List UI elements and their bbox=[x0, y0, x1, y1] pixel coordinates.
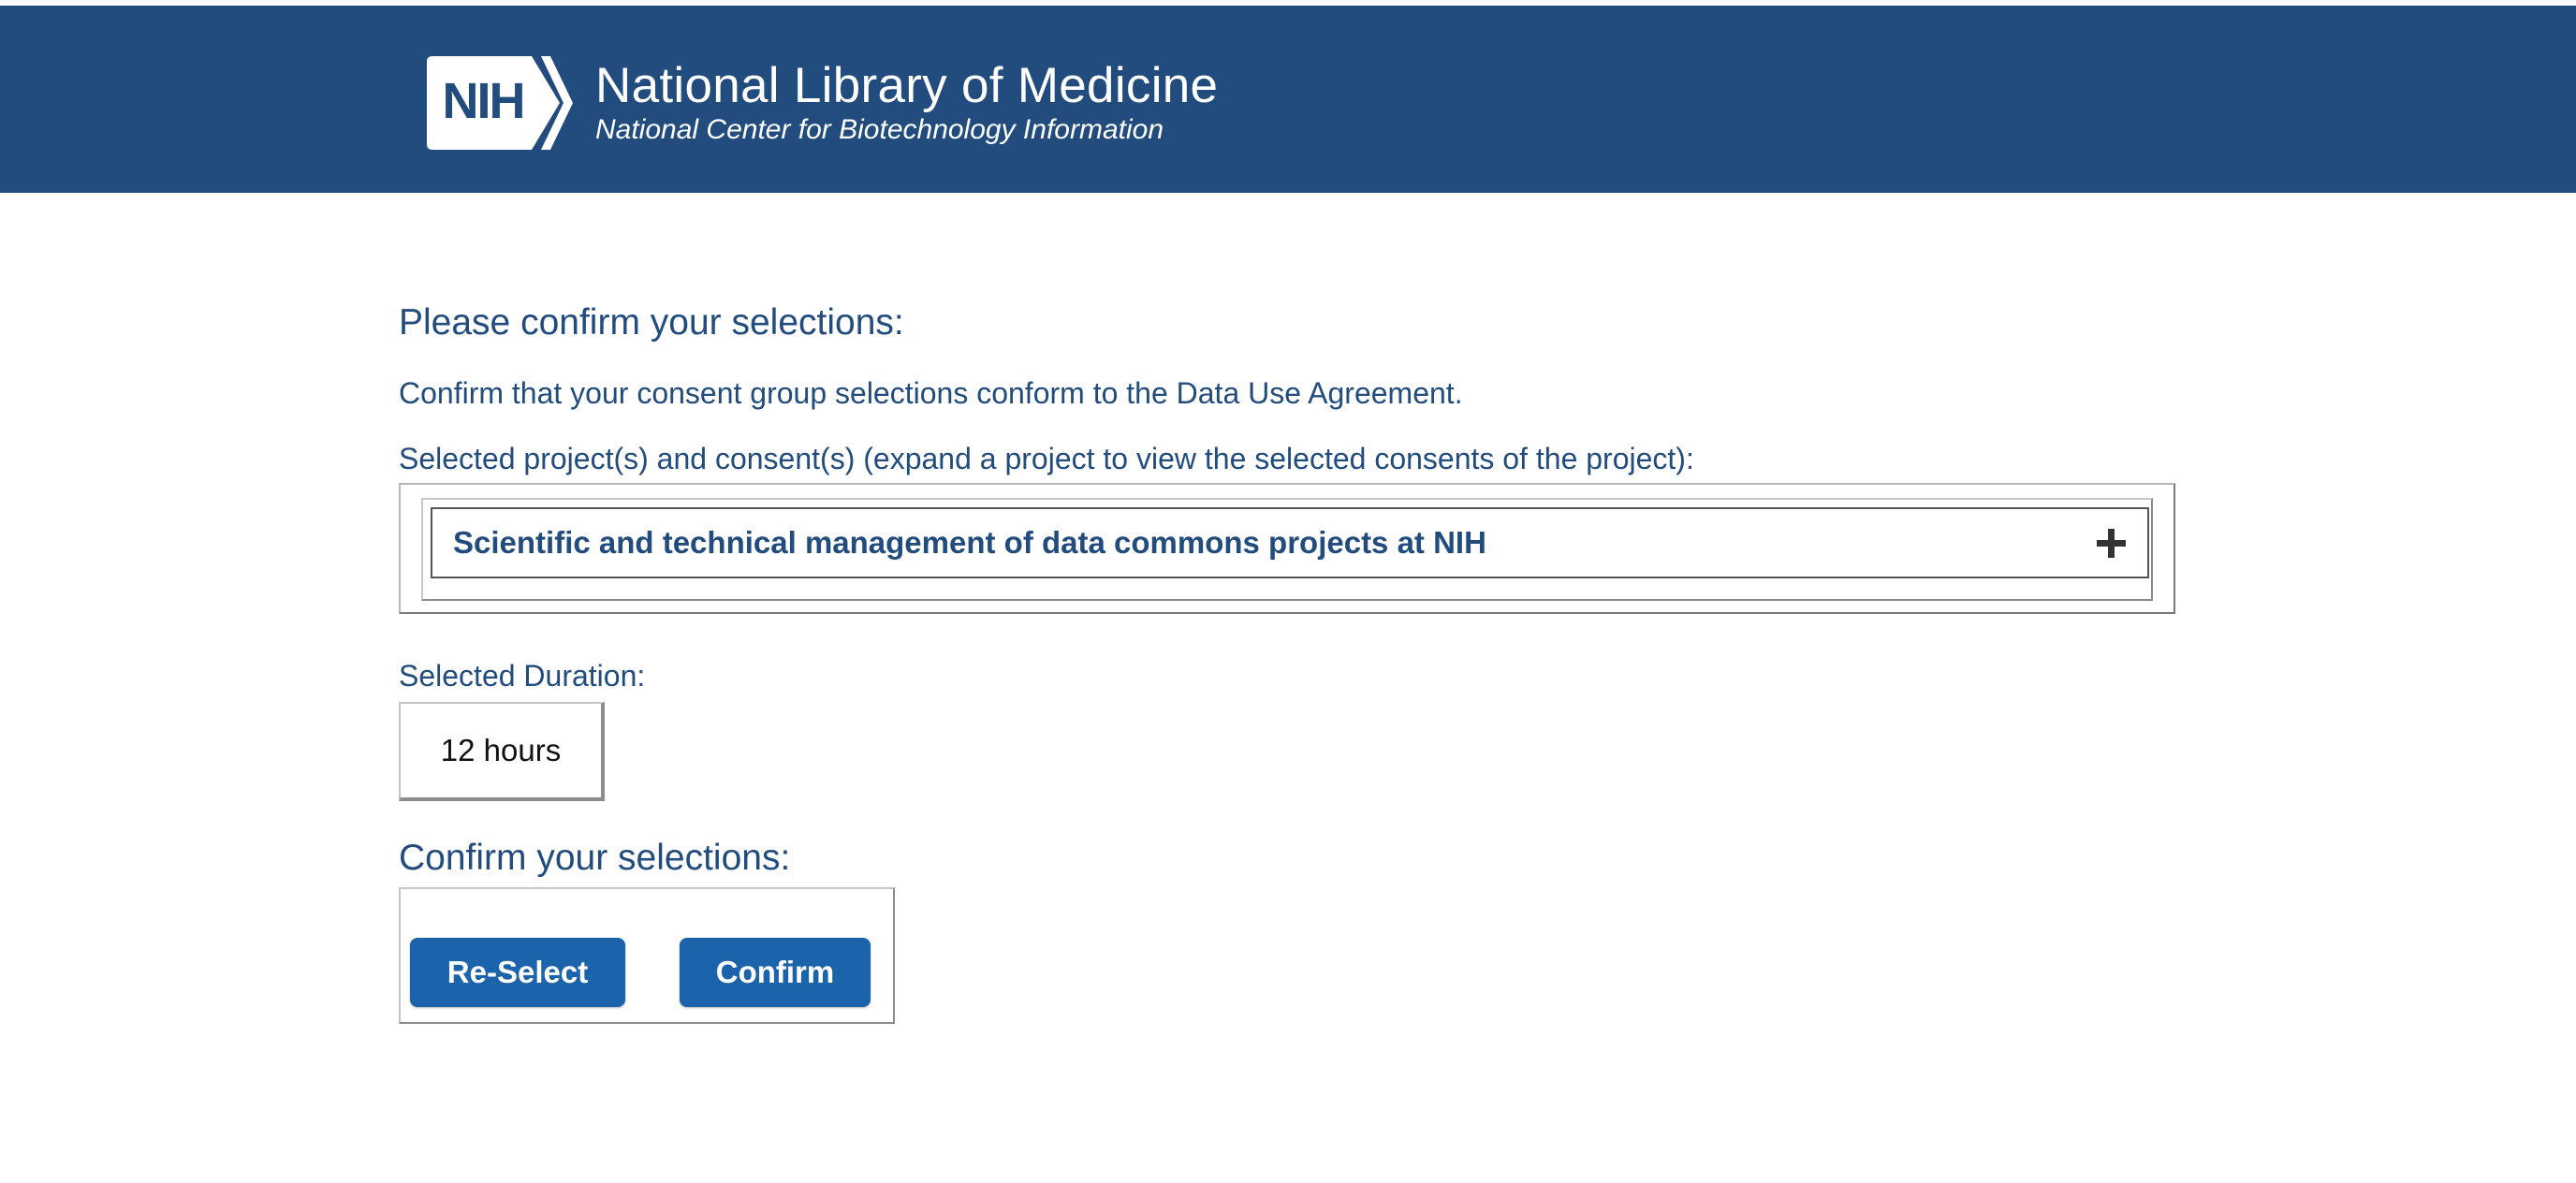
project-title: Scientific and technical management of d… bbox=[453, 525, 1486, 560]
logo-text: National Library of Medicine National Ce… bbox=[595, 59, 1218, 147]
projects-container: Scientific and technical management of d… bbox=[399, 483, 2175, 614]
nlm-logo[interactable]: NIH National Library of Medicine Nationa… bbox=[427, 54, 1218, 152]
reselect-button[interactable]: Re-Select bbox=[410, 938, 625, 1007]
logo-subtitle: National Center for Biotechnology Inform… bbox=[595, 114, 1164, 145]
duration-value: 12 hours bbox=[440, 733, 562, 767]
project-accordion-item[interactable]: Scientific and technical management of d… bbox=[431, 507, 2149, 578]
projects-label: Selected project(s) and consent(s) (expa… bbox=[399, 442, 1694, 475]
confirm-heading: Confirm your selections: bbox=[399, 838, 791, 878]
projects-accordion: Scientific and technical management of d… bbox=[421, 498, 2153, 601]
confirm-button[interactable]: Confirm bbox=[680, 938, 871, 1007]
logo-title: National Library of Medicine bbox=[595, 58, 1219, 113]
header-banner: NIH National Library of Medicine Nationa… bbox=[0, 6, 2576, 193]
page-heading: Please confirm your selections: bbox=[399, 302, 904, 343]
instruction-text: Confirm that your consent group selectio… bbox=[399, 376, 1463, 410]
duration-display: 12 hours bbox=[399, 702, 605, 801]
plus-icon[interactable] bbox=[2095, 527, 2127, 559]
confirmation-panel: Please confirm your selections: Confirm … bbox=[399, 298, 2177, 1024]
confirm-buttons-container: Re-Select Confirm bbox=[399, 887, 895, 1024]
nih-badge-icon: NIH bbox=[427, 56, 573, 150]
nih-badge-text: NIH bbox=[443, 73, 524, 129]
duration-label: Selected Duration: bbox=[399, 659, 646, 693]
